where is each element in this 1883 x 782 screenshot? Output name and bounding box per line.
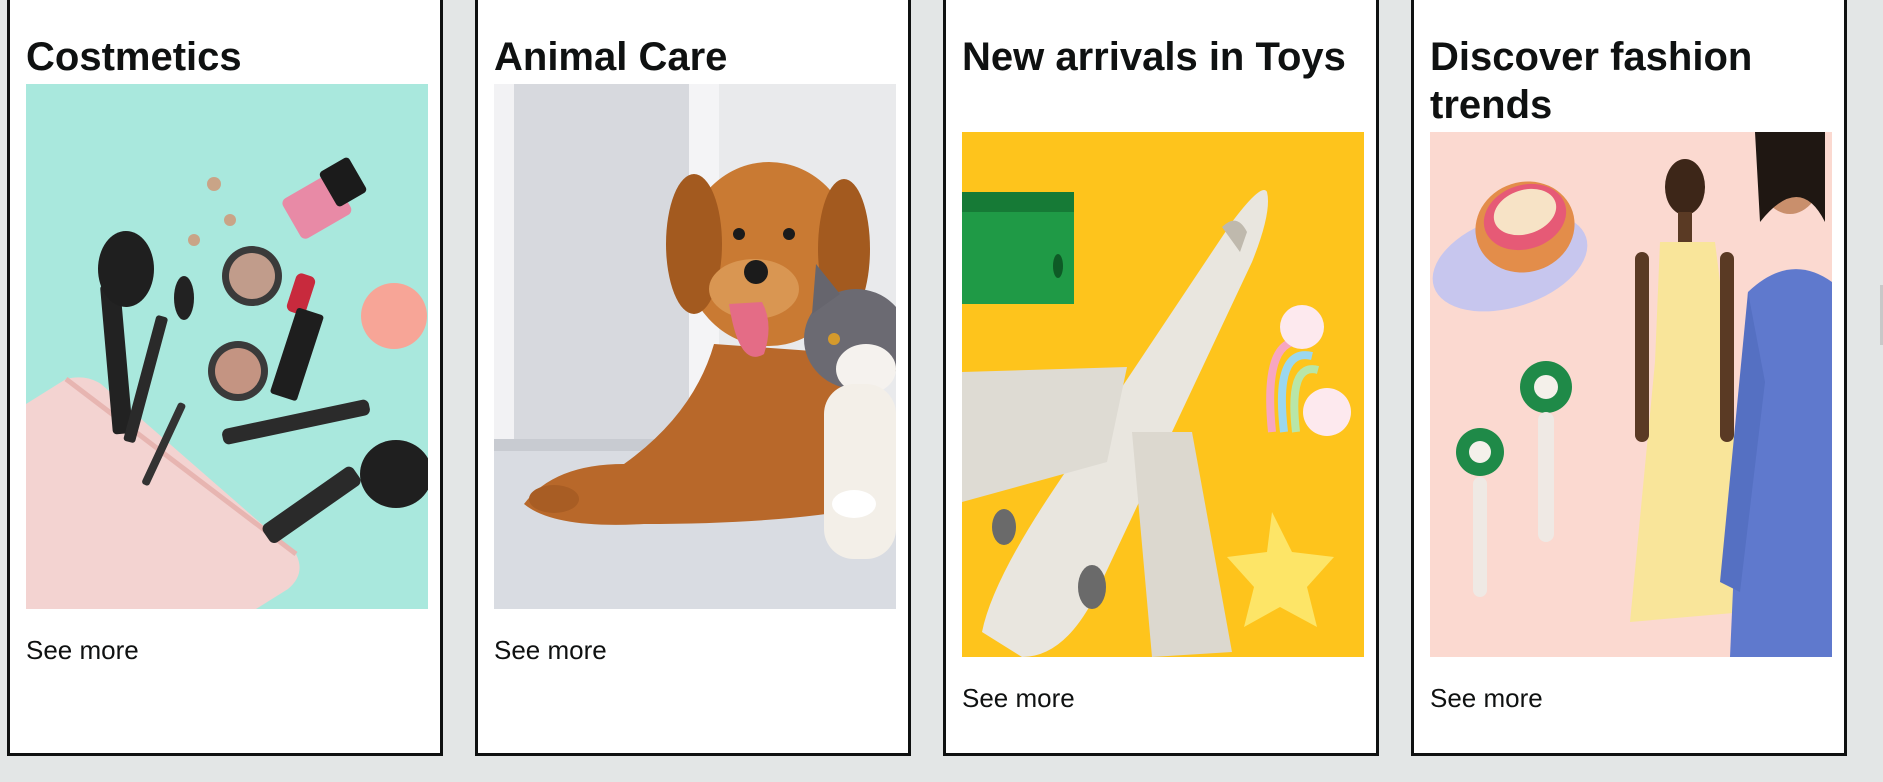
see-more-link[interactable]: See more bbox=[26, 635, 139, 665]
card-cosmetics: Costmetics See more bbox=[7, 0, 443, 756]
see-more-link[interactable]: See more bbox=[1430, 683, 1543, 713]
card-toys: New arrivals in Toys See more bbox=[943, 0, 1379, 756]
toy-airplane-illustration bbox=[962, 132, 1364, 657]
see-more-link[interactable]: See more bbox=[494, 635, 607, 665]
cosmetics-illustration bbox=[26, 84, 428, 609]
card-title: Animal Care bbox=[494, 35, 728, 79]
card-title: Discover fashion trends bbox=[1430, 35, 1753, 127]
fashion-illustration bbox=[1430, 132, 1832, 657]
card-fashion: Discover fashion trends See more bbox=[1411, 0, 1847, 756]
fashion-image[interactable] bbox=[1430, 132, 1832, 657]
card-title: Costmetics bbox=[26, 35, 242, 79]
toys-image[interactable] bbox=[962, 132, 1364, 657]
animal-care-image[interactable] bbox=[494, 84, 896, 609]
cosmetics-image[interactable] bbox=[26, 84, 428, 609]
category-cards-row: Costmetics See more Animal Care See more… bbox=[0, 0, 1883, 782]
card-title: New arrivals in Toys bbox=[962, 35, 1346, 79]
see-more-link[interactable]: See more bbox=[962, 683, 1075, 713]
card-animal-care: Animal Care See more bbox=[475, 0, 911, 756]
dog-and-cat-illustration bbox=[494, 84, 896, 609]
